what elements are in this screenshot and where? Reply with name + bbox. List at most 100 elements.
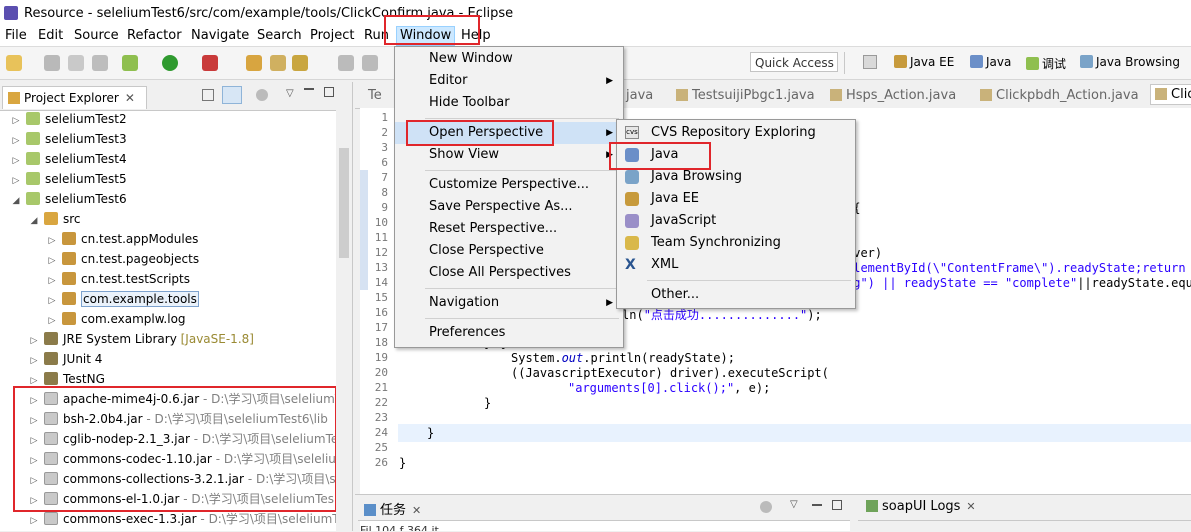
menu-item-reset-perspective[interactable]: Reset Perspective... — [395, 218, 623, 240]
run-icon[interactable] — [162, 55, 178, 71]
expand-arrow-icon[interactable]: ▷ — [30, 511, 38, 531]
editor-tab[interactable]: Te — [368, 88, 382, 103]
tree-item-folder[interactable]: ◢ src — [30, 209, 81, 229]
save-icon[interactable] — [44, 55, 60, 71]
quick-access-input[interactable]: Quick Access — [750, 52, 838, 72]
expand-arrow-icon[interactable]: ▷ — [30, 331, 38, 351]
filters-icon[interactable] — [256, 89, 268, 101]
link-with-editor-icon[interactable] — [222, 86, 242, 104]
menu-search[interactable]: Search — [257, 28, 302, 43]
editor-tab-active[interactable]: Clic — [1150, 84, 1191, 105]
tree-item-label: cn.test.testScripts — [81, 272, 190, 286]
expand-arrow-icon[interactable]: ▷ — [30, 351, 38, 371]
submenu-item-other[interactable]: Other... — [617, 284, 855, 306]
menu-file[interactable]: File — [5, 28, 27, 43]
menu-item-close-all-perspectives[interactable]: Close All Perspectives — [395, 262, 623, 284]
editor-tab[interactable]: Hsps_Action.java — [830, 88, 956, 103]
submenu-item-cvs[interactable]: cvs CVS Repository Exploring — [617, 122, 855, 144]
menu-item-close-perspective[interactable]: Close Perspective — [395, 240, 623, 262]
pin-icon[interactable] — [362, 55, 378, 71]
java-file-icon — [1155, 88, 1167, 100]
tree-item-package[interactable]: ▷ cn.test.testScripts — [48, 269, 190, 289]
menu-item-hide-toolbar[interactable]: Hide Toolbar — [395, 92, 623, 114]
tree-item-library[interactable]: ▷ JRE System Library [JavaSE-1.8] — [30, 329, 254, 349]
expand-arrow-icon[interactable]: ▷ — [12, 151, 20, 171]
view-menu-icon[interactable]: ▽ — [790, 499, 798, 510]
run-external-icon[interactable] — [202, 55, 218, 71]
editor-tab[interactable]: Clickpbdh_Action.java — [980, 88, 1139, 103]
menu-item-save-perspective[interactable]: Save Perspective As... — [395, 196, 623, 218]
perspective-debug[interactable]: 调试 — [1026, 55, 1066, 72]
tree-item-project[interactable]: ▷ seleliumTest2 — [12, 109, 127, 129]
open-perspective-icon[interactable] — [863, 55, 877, 69]
annotation-icon[interactable] — [338, 55, 354, 71]
expand-arrow-icon[interactable]: ▷ — [48, 231, 56, 251]
collapse-all-icon[interactable] — [202, 89, 214, 101]
menu-source[interactable]: Source — [74, 28, 119, 43]
expand-arrow-icon[interactable]: ▷ — [12, 131, 20, 151]
minimize-icon[interactable] — [304, 88, 314, 90]
maximize-icon[interactable] — [324, 87, 334, 97]
new-icon[interactable] — [6, 55, 22, 71]
editor-tab[interactable]: java — [626, 88, 653, 103]
perspective-java-ee[interactable]: Java EE — [894, 55, 954, 69]
tree-item-package[interactable]: ▷ com.examplw.log — [48, 309, 186, 329]
search-icon[interactable] — [292, 55, 308, 71]
menu-edit[interactable]: Edit — [38, 28, 63, 43]
tab-tasks[interactable]: 任务 ✕ — [364, 499, 421, 518]
package-icon — [62, 292, 76, 305]
minimize-icon[interactable] — [812, 504, 822, 506]
submenu-item-team-sync[interactable]: Team Synchronizing — [617, 232, 855, 254]
line-number: 3 — [381, 141, 388, 154]
view-menu-icon[interactable]: ▽ — [286, 88, 294, 99]
tree-item-project[interactable]: ▷ seleliumTest3 — [12, 129, 127, 149]
tree-item-label: seleliumTest2 — [45, 112, 127, 126]
submenu-item-javascript[interactable]: JavaScript — [617, 210, 855, 232]
perspective-java[interactable]: Java — [970, 55, 1011, 69]
menu-item-preferences[interactable]: Preferences — [395, 322, 623, 344]
tree-item-library[interactable]: ▷ JUnit 4 — [30, 349, 102, 369]
perspective-java-browsing[interactable]: Java Browsing — [1080, 55, 1180, 69]
menu-refactor[interactable]: Refactor — [127, 28, 182, 43]
expand-arrow-icon[interactable]: ▷ — [48, 291, 56, 311]
expand-arrow-icon[interactable]: ▷ — [48, 271, 56, 291]
menu-item-navigation[interactable]: Navigation ▶ — [395, 292, 623, 314]
menu-item-show-view[interactable]: Show View ▶ — [395, 144, 623, 166]
tab-project-explorer[interactable]: Project Explorer ✕ — [2, 86, 147, 109]
tree-item-project[interactable]: ▷ seleliumTest4 — [12, 149, 127, 169]
menu-item-customize-perspective[interactable]: Customize Perspective... — [395, 174, 623, 196]
menu-project[interactable]: Project — [310, 28, 354, 43]
submenu-item-xml[interactable]: X XML — [617, 254, 855, 276]
menu-item-editor[interactable]: Editor ▶ — [395, 70, 623, 92]
submenu-item-java-ee[interactable]: Java EE — [617, 188, 855, 210]
tree-item-label: seleliumTest5 — [45, 172, 127, 186]
filters-icon[interactable] — [760, 501, 772, 513]
explorer-scrollbar-thumb[interactable] — [339, 148, 349, 258]
expand-arrow-icon[interactable]: ▷ — [12, 111, 20, 131]
print-icon[interactable] — [92, 55, 108, 71]
tree-item-project[interactable]: ◢ seleliumTest6 — [12, 189, 127, 209]
close-icon[interactable]: ✕ — [412, 504, 421, 517]
tree-item-package[interactable]: ▷ cn.test.appModules — [48, 229, 198, 249]
expand-arrow-icon[interactable]: ▷ — [12, 171, 20, 191]
debug-icon[interactable] — [122, 55, 138, 71]
tree-item-jar[interactable]: ▷ commons-exec-1.3.jar - D:\学习\项目\seleliu… — [30, 509, 340, 529]
menu-item-new-window[interactable]: New Window — [395, 48, 623, 70]
tree-item-package[interactable]: ▷ com.example.tools — [48, 289, 199, 309]
expand-arrow-icon[interactable]: ▷ — [48, 251, 56, 271]
tab-soapui-logs[interactable]: soapUI Logs ✕ — [866, 499, 976, 514]
new-java-project-icon[interactable] — [246, 55, 262, 71]
collapse-arrow-icon[interactable]: ◢ — [12, 191, 20, 211]
save-all-icon[interactable] — [68, 55, 84, 71]
editor-tab-label: Clic — [1171, 87, 1191, 102]
close-icon[interactable]: ✕ — [125, 91, 135, 105]
collapse-arrow-icon[interactable]: ◢ — [30, 211, 38, 231]
editor-tab[interactable]: TestsuijiPbgc1.java — [676, 88, 815, 103]
maximize-icon[interactable] — [832, 500, 842, 510]
menu-navigate[interactable]: Navigate — [191, 28, 249, 43]
open-type-icon[interactable] — [270, 55, 286, 71]
tree-item-package[interactable]: ▷ cn.test.pageobjects — [48, 249, 199, 269]
tree-item-project[interactable]: ▷ seleliumTest5 — [12, 169, 127, 189]
expand-arrow-icon[interactable]: ▷ — [48, 311, 56, 331]
close-icon[interactable]: ✕ — [966, 500, 975, 513]
